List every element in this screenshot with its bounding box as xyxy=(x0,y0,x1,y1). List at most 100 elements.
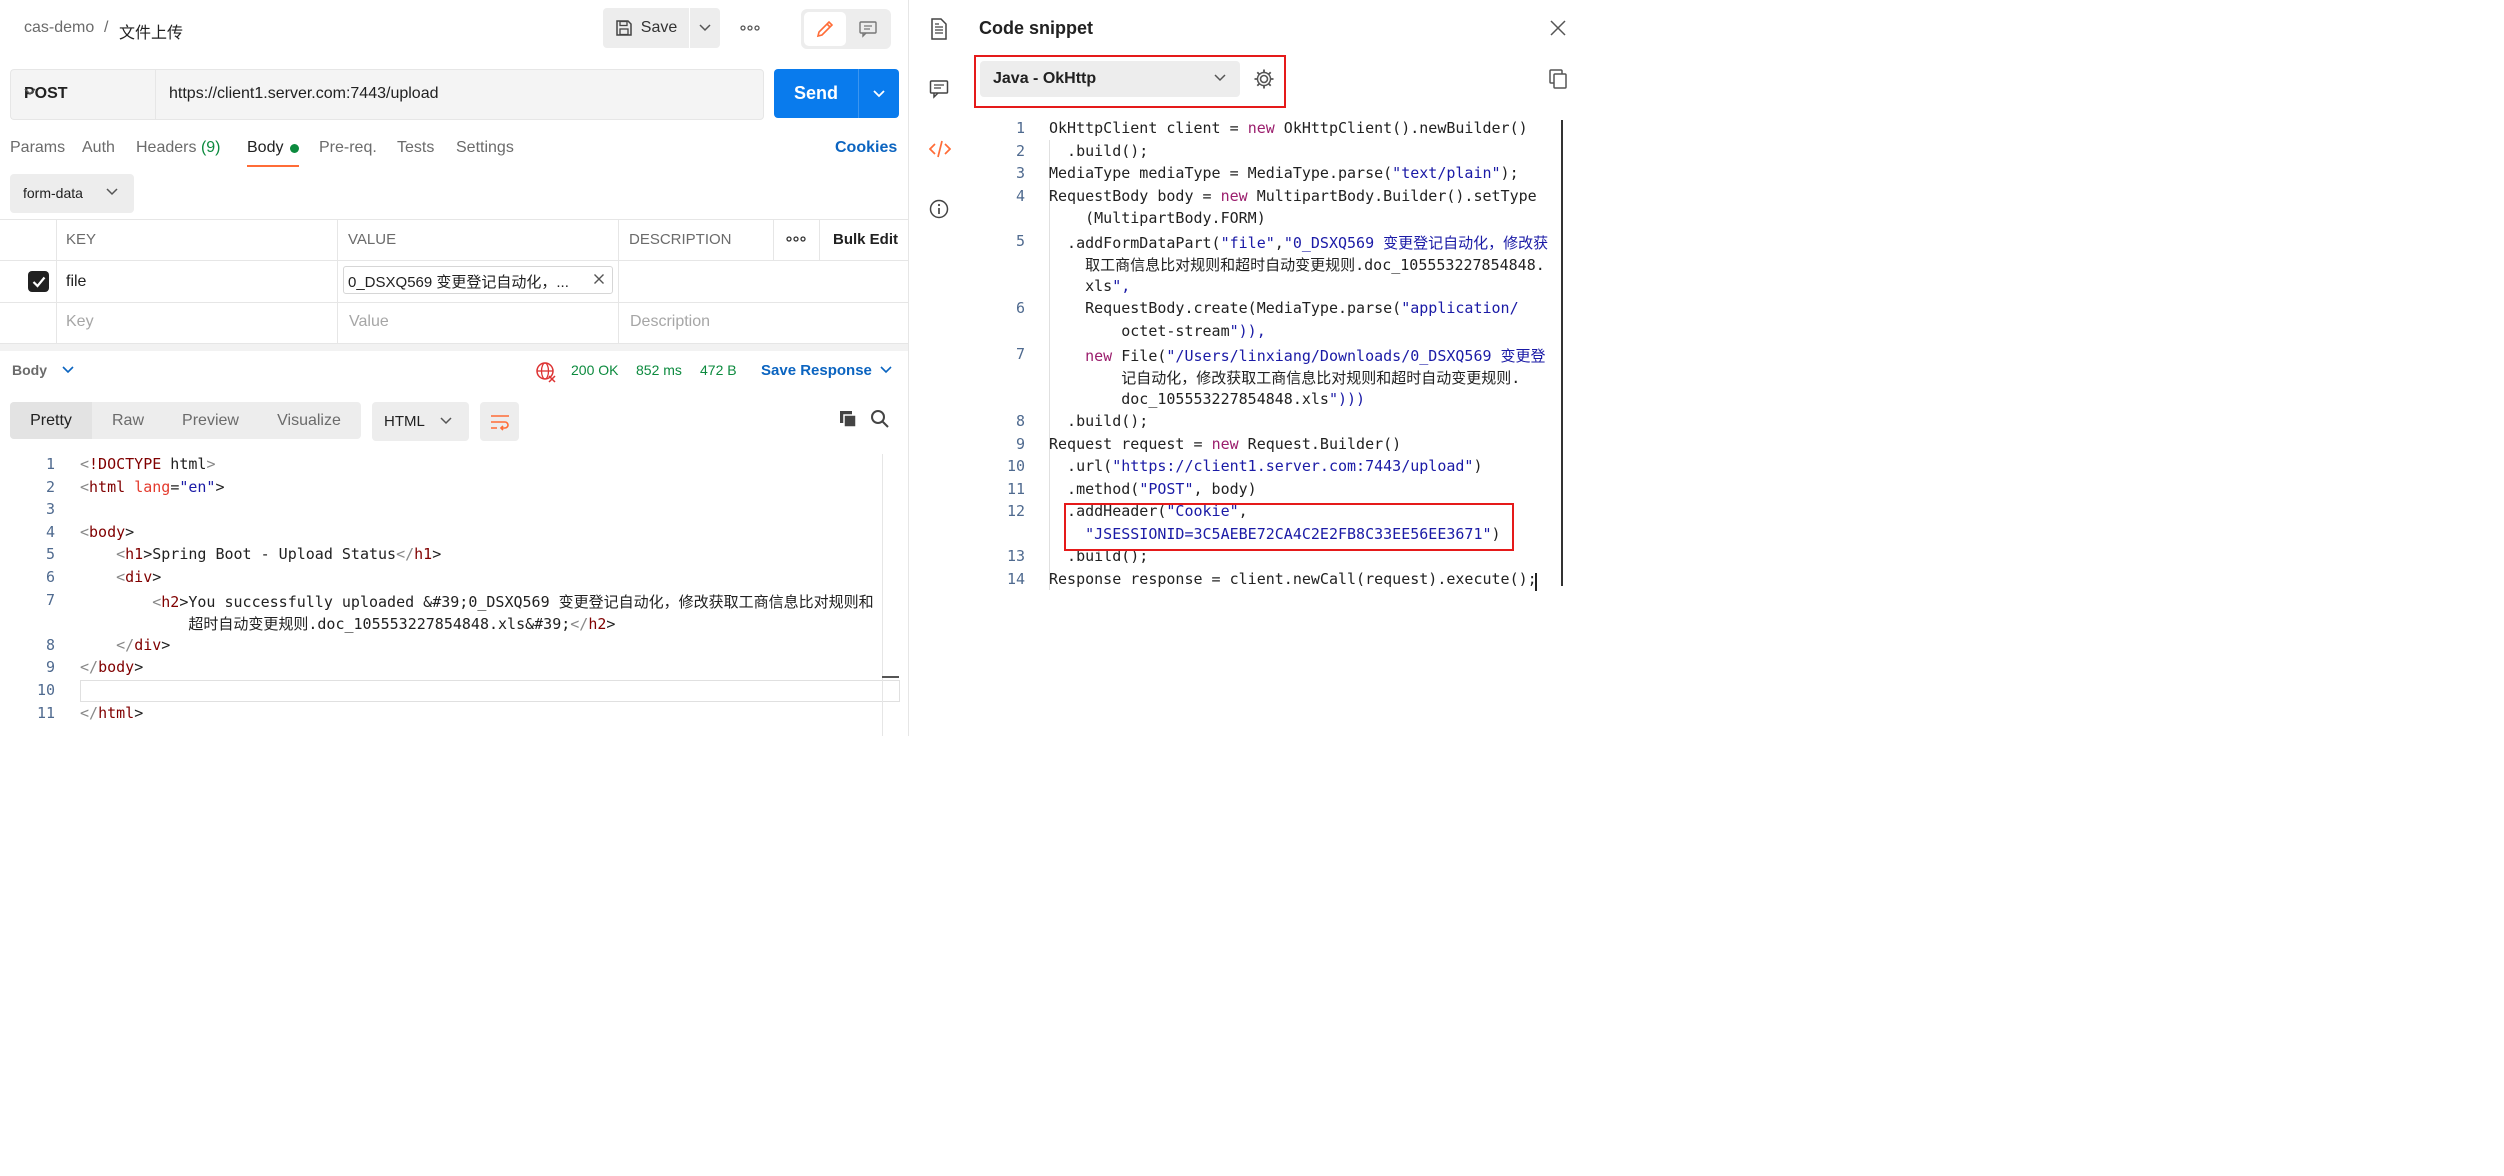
line-number: 10 xyxy=(36,681,55,699)
snippet-language-select[interactable]: Java - OkHttp xyxy=(980,61,1240,97)
line-number: 11 xyxy=(1006,479,1025,498)
new-value-input[interactable]: Value xyxy=(349,313,389,331)
response-language-label: HTML xyxy=(384,413,425,430)
status-code[interactable]: 200 OK xyxy=(571,362,618,378)
row-enabled-checkbox[interactable] xyxy=(28,271,49,292)
column-options-button[interactable] xyxy=(786,236,806,242)
line-number: 5 xyxy=(45,545,55,564)
remove-file-icon[interactable] xyxy=(593,273,605,285)
code-line: 记自动化，修改获取工商信息比对规则和超时自动变更规则. xyxy=(1049,369,1521,388)
pane-divider[interactable] xyxy=(908,0,909,736)
more-actions-button[interactable] xyxy=(736,18,764,38)
active-tab-underline xyxy=(247,165,299,167)
tab-auth[interactable]: Auth xyxy=(82,139,115,157)
row-key[interactable]: file xyxy=(66,273,86,291)
line-number: 1 xyxy=(45,455,55,473)
new-key-input[interactable]: Key xyxy=(66,313,94,331)
cookies-link[interactable]: Cookies xyxy=(835,139,897,157)
send-button-group: Send xyxy=(774,69,899,118)
tab-headers[interactable]: Headers (9) xyxy=(136,139,221,157)
line-number: 4 xyxy=(1015,186,1025,205)
copy-snippet-icon[interactable] xyxy=(1548,68,1568,90)
row-value-file-chip[interactable]: 0_DSXQ569 变更登记自动化，... xyxy=(343,266,613,294)
code-line: OkHttpClient client = new OkHttpClient()… xyxy=(1049,119,1528,137)
view-tab-pretty[interactable]: Pretty xyxy=(10,402,92,439)
tab-tests[interactable]: Tests xyxy=(397,139,434,157)
line-number: 2 xyxy=(45,477,55,496)
code-line: .url("https://client1.server.com:7443/up… xyxy=(1049,457,1483,476)
method-select[interactable]: POST xyxy=(10,69,155,120)
line-number: 1 xyxy=(1015,119,1025,137)
pane-resize-handle[interactable] xyxy=(0,344,908,351)
code-line: .addFormDataPart("file","0_DSXQ569 变更登记自… xyxy=(1049,233,1549,252)
save-button[interactable]: Save xyxy=(603,8,689,48)
document-icon[interactable] xyxy=(929,18,949,40)
code-line: RequestBody.create(MediaType.parse("appl… xyxy=(1049,299,1519,318)
code-line: <div> xyxy=(116,568,162,586)
response-section-select[interactable]: Body xyxy=(12,362,47,378)
save-button-group: Save xyxy=(603,8,720,48)
tab-body[interactable]: Body xyxy=(247,139,283,157)
chevron-down-icon xyxy=(440,417,452,425)
line-number: 12 xyxy=(1006,502,1025,521)
code-line: .build(); xyxy=(1049,141,1149,160)
breadcrumb-workspace[interactable]: cas-demo xyxy=(24,19,94,37)
response-size[interactable]: 472 B xyxy=(700,362,737,378)
wrap-text-icon xyxy=(489,413,511,431)
edit-mode-button[interactable] xyxy=(804,12,846,46)
code-line: <!DOCTYPE html> xyxy=(80,455,216,473)
pencil-icon xyxy=(815,19,835,39)
url-input[interactable]: https://client1.server.com:7443/upload xyxy=(155,69,764,120)
line-number: 3 xyxy=(45,500,55,519)
code-line: RequestBody body = new MultipartBody.Bui… xyxy=(1049,186,1537,205)
tab-settings[interactable]: Settings xyxy=(456,139,514,157)
comment-icon[interactable] xyxy=(929,79,949,99)
send-button[interactable]: Send xyxy=(774,69,858,118)
response-language-select[interactable]: HTML xyxy=(372,402,469,441)
code-line: </body> xyxy=(80,658,144,677)
line-number: 9 xyxy=(45,658,55,677)
close-icon[interactable] xyxy=(1550,20,1566,36)
line-number: 8 xyxy=(1015,412,1025,431)
code-line: MediaType mediaType = MediaType.parse("t… xyxy=(1049,164,1519,183)
view-tab-raw[interactable]: Raw xyxy=(92,402,164,439)
code-line: 超时自动变更规则.doc_105553227854848.xls&#39;</h… xyxy=(80,615,616,634)
chevron-down-icon xyxy=(873,89,885,98)
scrollbar[interactable] xyxy=(1561,120,1563,586)
view-tab-preview[interactable]: Preview xyxy=(164,402,257,439)
copy-icon[interactable] xyxy=(838,409,858,429)
info-icon[interactable] xyxy=(929,199,949,219)
search-icon[interactable] xyxy=(870,409,890,429)
request-name[interactable]: 文件上传 xyxy=(119,19,183,43)
gear-icon[interactable] xyxy=(1253,68,1275,90)
save-label: Save xyxy=(640,19,678,36)
save-response-button[interactable]: Save Response xyxy=(761,362,872,379)
line-number: 6 xyxy=(1015,299,1025,318)
tab-params[interactable]: Params xyxy=(10,139,65,157)
tab-prereq[interactable]: Pre-req. xyxy=(319,139,377,157)
body-type-select[interactable]: form-data xyxy=(10,174,134,213)
new-description-input[interactable]: Description xyxy=(630,313,710,331)
response-time[interactable]: 852 ms xyxy=(636,362,682,378)
line-number: 4 xyxy=(45,522,55,541)
line-number: 10 xyxy=(1006,457,1025,476)
save-dropdown-button[interactable] xyxy=(690,8,720,48)
network-globe-icon[interactable] xyxy=(535,361,557,383)
comment-mode-button[interactable] xyxy=(847,12,889,46)
wrap-lines-button[interactable] xyxy=(480,402,519,441)
comment-icon xyxy=(858,20,878,38)
send-dropdown-button[interactable] xyxy=(859,69,899,118)
chevron-down-icon xyxy=(1214,74,1226,82)
scrollbar-thumb[interactable] xyxy=(882,676,899,678)
row-value: 0_DSXQ569 变更登记自动化，... xyxy=(348,274,569,291)
code-icon[interactable] xyxy=(929,139,951,159)
code-line: octet-stream")), xyxy=(1049,321,1266,340)
scrollbar[interactable] xyxy=(882,454,883,736)
code-line: xls", xyxy=(1049,276,1131,295)
view-tab-visualize[interactable]: Visualize xyxy=(257,402,361,439)
code-line: Request request = new Request.Builder() xyxy=(1049,434,1402,453)
column-description: DESCRIPTION xyxy=(629,231,732,248)
more-horizontal-icon xyxy=(740,25,760,31)
response-view-tabs: Pretty Raw Preview Visualize xyxy=(10,402,361,439)
bulk-edit-button[interactable]: Bulk Edit xyxy=(833,231,898,248)
